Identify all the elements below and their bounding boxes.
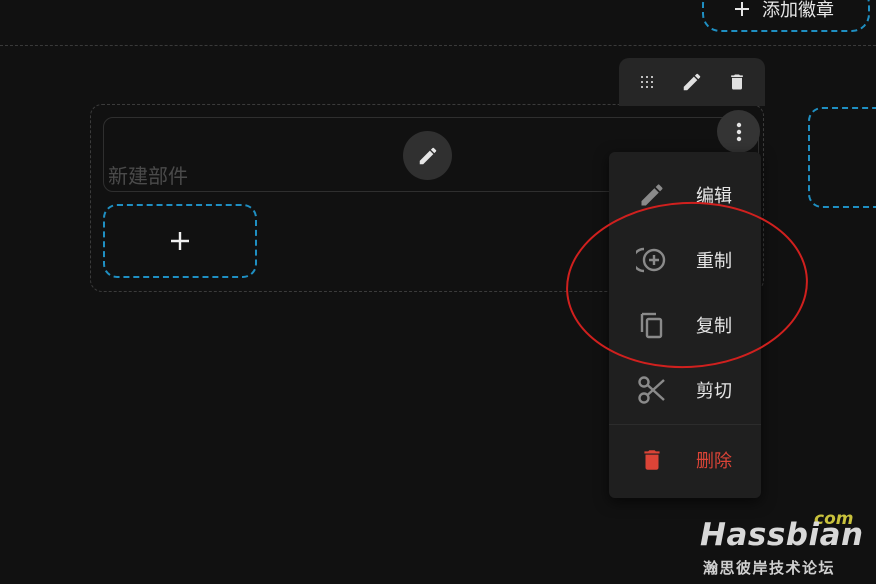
menu-item-label: 编辑 (696, 185, 732, 207)
plus-icon (171, 232, 189, 250)
section-edit-button[interactable] (674, 64, 710, 100)
menu-item-label: 复制 (696, 315, 732, 337)
trash-icon (636, 444, 668, 476)
trash-icon (730, 74, 743, 90)
menu-item-label: 删除 (696, 450, 732, 472)
card-context-menu: 编辑 重制 复制 剪切 删除 (609, 152, 761, 498)
menu-item-duplicate[interactable]: 重制 (609, 227, 761, 292)
drag-handle-button[interactable] (629, 64, 665, 100)
menu-item-copy[interactable]: 复制 (609, 292, 761, 357)
more-vertical-icon (736, 122, 741, 141)
duplicate-icon (636, 244, 668, 276)
add-card-button[interactable] (103, 204, 257, 278)
menu-item-edit[interactable]: 编辑 (609, 162, 761, 227)
add-badge-button[interactable]: 添加徽章 (702, 0, 870, 32)
pencil-icon (636, 179, 668, 211)
menu-item-label: 剪切 (696, 380, 732, 402)
watermark-brand: Hassbian (700, 517, 864, 553)
card-more-options-button[interactable] (717, 110, 760, 153)
menu-item-delete[interactable]: 删除 (609, 427, 761, 492)
add-badge-label: 添加徽章 (762, 0, 834, 21)
drag-handle-icon (641, 76, 654, 88)
card-title: 新建部件 (108, 164, 188, 188)
pencil-icon (419, 147, 436, 164)
copy-icon (636, 309, 668, 341)
dashboard-edit-view: 添加徽章 新建部件 编辑 重制 复制 剪切 删除 com Hassbian 瀚思… (0, 0, 876, 584)
card-edit-button[interactable] (403, 131, 452, 180)
top-divider (0, 45, 876, 46)
watermark-subtitle: 瀚思彼岸技术论坛 (703, 559, 836, 577)
pencil-icon (683, 73, 701, 91)
section-delete-button[interactable] (719, 64, 755, 100)
scissors-icon (636, 374, 668, 406)
section-toolbar (619, 58, 765, 106)
menu-item-cut[interactable]: 剪切 (609, 357, 761, 422)
menu-item-label: 重制 (696, 250, 732, 272)
plus-icon (735, 2, 749, 16)
section-placeholder[interactable] (808, 107, 876, 208)
menu-divider (609, 424, 761, 425)
